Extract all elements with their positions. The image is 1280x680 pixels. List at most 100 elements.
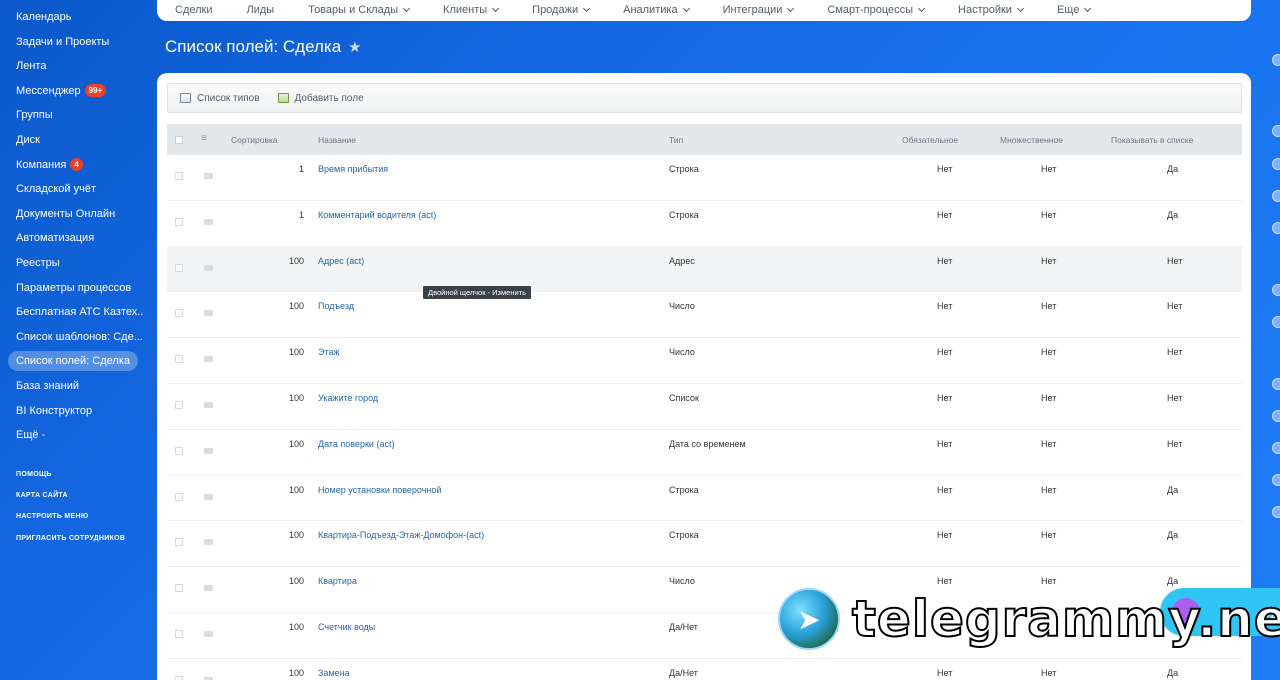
column-settings-icon[interactable]: ≡: [201, 133, 207, 144]
row-menu-icon[interactable]: [204, 356, 213, 363]
row-checkbox[interactable]: [175, 492, 183, 501]
header-show-in-list[interactable]: Показывать в списке: [1111, 135, 1193, 145]
field-name-link[interactable]: Адрес (act): [318, 256, 364, 266]
row-menu-icon[interactable]: [204, 493, 213, 500]
sidebar-item[interactable]: Группы: [8, 105, 61, 125]
row-checkbox[interactable]: [175, 675, 183, 680]
app-icon[interactable]: [1272, 410, 1280, 422]
row-menu-icon[interactable]: [204, 173, 213, 179]
sidebar-item[interactable]: Календарь: [8, 7, 80, 27]
topnav-item[interactable]: Еще: [1057, 4, 1092, 16]
sidebar-item[interactable]: Реестры: [8, 253, 68, 273]
app-icon[interactable]: [1272, 54, 1280, 66]
app-icon[interactable]: [1272, 316, 1280, 328]
row-checkbox[interactable]: [175, 584, 183, 593]
header-sort[interactable]: Сортировка: [231, 135, 278, 145]
row-menu-icon[interactable]: [204, 310, 213, 317]
header-multiple[interactable]: Множественное: [1000, 135, 1063, 145]
topnav-item[interactable]: Продажи: [532, 4, 591, 16]
table-row[interactable]: 100 Адрес (act) Адрес Нет Нет Нет: [167, 246, 1242, 293]
sidebar-item[interactable]: Задачи и Проекты: [8, 32, 117, 52]
table-row[interactable]: 100 Квартира-Подъезд-Этаж-Домофон-(act) Ст…: [167, 521, 1242, 568]
table-row[interactable]: 100 Подъезд Число Нет Нет Нет: [167, 292, 1242, 339]
add-field-button[interactable]: Добавить поле: [277, 93, 364, 104]
header-required[interactable]: Обязательное: [902, 135, 958, 145]
row-menu-icon[interactable]: [204, 539, 213, 546]
row-checkbox[interactable]: [175, 217, 183, 226]
sidebar-item[interactable]: Ещё -: [8, 425, 53, 445]
row-menu-icon[interactable]: [204, 401, 213, 408]
header-type[interactable]: Тип: [669, 135, 683, 145]
sidebar-item[interactable]: Складской учёт: [8, 179, 104, 199]
row-menu-icon[interactable]: [204, 585, 213, 592]
sidebar-item[interactable]: Диск: [8, 130, 48, 150]
sidebar-footer-link[interactable]: ПРИГЛАСИТЬ СОТРУДНИКОВ: [16, 535, 125, 542]
sidebar-item[interactable]: Параметры процессов: [8, 278, 139, 298]
row-checkbox[interactable]: [175, 629, 183, 638]
field-name-link[interactable]: Дата поверки (act): [318, 439, 394, 449]
topnav-item[interactable]: Клиенты: [443, 4, 500, 16]
table-row[interactable]: 100 Номер установки поверочной Строка Нет Не…: [167, 476, 1242, 522]
types-list-button[interactable]: Список типов: [180, 93, 260, 104]
table-row[interactable]: 100 Дата поверки (act) Дата со временем Нет…: [167, 430, 1242, 476]
row-checkbox[interactable]: [175, 400, 183, 409]
row-checkbox[interactable]: [175, 263, 183, 272]
star-icon[interactable]: ★: [348, 38, 361, 56]
header-name[interactable]: Название: [318, 135, 356, 145]
row-checkbox[interactable]: [175, 355, 183, 364]
sidebar-item[interactable]: BI Конструктор: [8, 401, 100, 421]
topnav-item[interactable]: Товары и Склады: [308, 4, 411, 16]
sidebar-item[interactable]: Список полей: Сделка: [8, 351, 138, 372]
app-icon[interactable]: [1272, 158, 1280, 170]
field-name-link[interactable]: Этаж: [318, 347, 340, 357]
app-icon[interactable]: [1272, 125, 1280, 137]
field-name-link[interactable]: Номер установки поверочной: [318, 485, 441, 495]
sidebar-item[interactable]: База знаний: [8, 376, 87, 396]
sidebar-footer-link[interactable]: КАРТА САЙТА: [16, 492, 68, 499]
table-row[interactable]: 100 Укажите город Список Нет Нет Нет: [167, 384, 1242, 430]
field-name-link[interactable]: Укажите город: [318, 393, 378, 403]
topnav-item[interactable]: Аналитика: [623, 4, 690, 16]
sidebar-item[interactable]: Мессенджер 99+: [8, 81, 114, 101]
topnav-item[interactable]: Интеграции: [723, 4, 795, 16]
select-all-checkbox[interactable]: [175, 136, 183, 144]
row-menu-icon[interactable]: [204, 264, 213, 271]
sidebar-footer-link[interactable]: НАСТРОИТЬ МЕНЮ: [16, 513, 88, 520]
topnav-item[interactable]: Сделки: [175, 4, 213, 16]
topnav-item[interactable]: Смарт-процессы: [827, 4, 926, 16]
row-checkbox[interactable]: [175, 446, 183, 455]
table-row[interactable]: 1 Время прибытия Строка Нет Нет Да: [167, 155, 1242, 201]
table-row[interactable]: 100 Этаж Число Нет Нет Нет: [167, 338, 1242, 384]
row-checkbox[interactable]: [175, 172, 183, 180]
row-checkbox[interactable]: [175, 309, 183, 318]
field-name-link[interactable]: Время прибытия: [318, 164, 388, 174]
field-name-link[interactable]: Комментарий водителя (act): [318, 210, 436, 220]
sidebar-item[interactable]: Лента: [8, 56, 54, 76]
row-checkbox[interactable]: [175, 538, 183, 547]
field-name-link[interactable]: Квартира: [318, 576, 357, 586]
row-menu-icon[interactable]: [204, 447, 213, 454]
topnav-item[interactable]: Лиды: [247, 4, 275, 16]
sidebar-item[interactable]: Список шаблонов: Сде...: [8, 327, 144, 347]
app-icon[interactable]: [1272, 378, 1280, 390]
topnav-item[interactable]: Настройки: [958, 4, 1024, 16]
table-row[interactable]: 100 Замена Да/Нет Нет Нет Да: [167, 659, 1242, 680]
sidebar-item[interactable]: Бесплатная АТС Казтех...: [8, 302, 144, 322]
row-menu-icon[interactable]: [204, 630, 213, 637]
field-name-link[interactable]: Счетчик воды: [318, 622, 375, 632]
app-icon[interactable]: [1272, 506, 1280, 518]
table-row[interactable]: 1 Комментарий водителя (act) Строка Нет Нет Д…: [167, 201, 1242, 247]
field-name-link[interactable]: Квартира-Подъезд-Этаж-Домофон-(act): [318, 530, 484, 540]
sidebar-item[interactable]: Документы Онлайн: [8, 204, 123, 224]
sidebar-item[interactable]: Компания 4: [8, 155, 91, 175]
app-icon[interactable]: [1272, 474, 1280, 486]
app-icon[interactable]: [1272, 190, 1280, 202]
sidebar-item[interactable]: Автоматизация: [8, 228, 102, 248]
sidebar-footer-link[interactable]: ПОМОЩЬ: [16, 471, 52, 478]
field-name-link[interactable]: Замена: [318, 668, 350, 678]
app-icon[interactable]: [1272, 442, 1280, 454]
row-menu-icon[interactable]: [204, 218, 213, 225]
field-name-link[interactable]: Подъезд: [318, 301, 354, 311]
app-icon[interactable]: [1272, 284, 1280, 296]
app-icon[interactable]: [1272, 222, 1280, 234]
